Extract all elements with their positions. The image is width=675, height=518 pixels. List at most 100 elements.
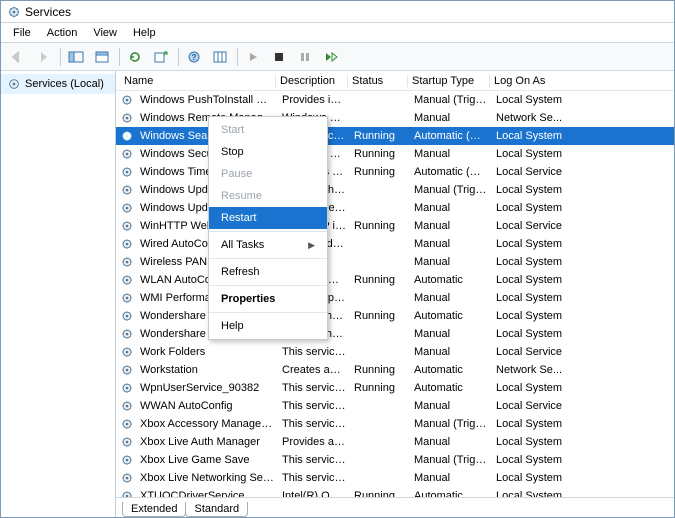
service-row[interactable]: XTUOCDriverServiceIntel(R) Over...Runnin…: [116, 487, 674, 497]
service-logon: Local System: [492, 382, 582, 394]
service-logon: Local System: [492, 292, 582, 304]
service-row[interactable]: Work FoldersThis service ...ManualLocal …: [116, 343, 674, 361]
service-row[interactable]: Windows TimeMaintains d...RunningAutomat…: [116, 163, 674, 181]
back-button[interactable]: [5, 46, 29, 68]
service-row[interactable]: Wondershare Application Fra...Wondershar…: [116, 307, 674, 325]
service-startup: Automatic (De...: [410, 166, 492, 178]
service-status: Running: [350, 166, 410, 178]
service-startup: Manual: [410, 238, 492, 250]
col-desc-header[interactable]: Description: [276, 75, 348, 87]
service-name: WpnUserService_90382: [136, 382, 278, 394]
service-startup: Manual (Trigg...: [410, 184, 492, 196]
properties-toolbar-button[interactable]: [90, 46, 114, 68]
service-row[interactable]: WWAN AutoConfigThis service ...ManualLoc…: [116, 397, 674, 415]
service-startup: Manual: [410, 148, 492, 160]
menu-help[interactable]: Help: [125, 25, 164, 41]
context-menu-help[interactable]: Help: [209, 315, 327, 337]
service-row[interactable]: Windows Security ServiceWindows Se...Run…: [116, 145, 674, 163]
service-status: Running: [350, 148, 410, 160]
tab-extended[interactable]: Extended: [122, 502, 186, 517]
service-logon: Local System: [492, 238, 582, 250]
service-row[interactable]: Windows PushToInstall Servi...Provides i…: [116, 91, 674, 109]
export-button[interactable]: [149, 46, 173, 68]
service-logon: Local System: [492, 202, 582, 214]
service-startup: Manual (Trigg...: [410, 454, 492, 466]
menu-action[interactable]: Action: [39, 25, 86, 41]
service-desc: Creates and ...: [278, 364, 350, 376]
window-title: Services: [25, 5, 71, 19]
service-row[interactable]: Windows SearchProvides con...RunningAuto…: [116, 127, 674, 145]
menu-view[interactable]: View: [85, 25, 125, 41]
forward-button[interactable]: [31, 46, 55, 68]
col-logon-header[interactable]: Log On As: [490, 75, 580, 87]
service-name: Xbox Accessory Managemen...: [136, 418, 278, 430]
service-startup: Manual: [410, 346, 492, 358]
service-row[interactable]: WpnUserService_90382This service ...Runn…: [116, 379, 674, 397]
service-status: Running: [350, 382, 410, 394]
service-startup: Manual: [410, 202, 492, 214]
tree-root-label: Services (Local): [25, 78, 104, 90]
service-logon: Local System: [492, 418, 582, 430]
service-row[interactable]: Windows UpdateEnables the ...Manual (Tri…: [116, 181, 674, 199]
service-status: Running: [350, 490, 410, 497]
service-logon: Local System: [492, 490, 582, 497]
service-row[interactable]: WinHTTP Web Proxy Auto-...WinHTTP im...R…: [116, 217, 674, 235]
tree-root-item[interactable]: Services (Local): [1, 74, 115, 94]
service-startup: Automatic (De...: [410, 130, 492, 142]
bottom-tabs: Extended Standard: [116, 497, 674, 517]
menu-file[interactable]: File: [5, 25, 39, 41]
context-menu-stop[interactable]: Stop: [209, 141, 327, 163]
services-window: Services FileActionViewHelp ? Services (…: [0, 0, 675, 518]
service-row[interactable]: Xbox Live Auth ManagerProvides aut...Man…: [116, 433, 674, 451]
service-logon: Local System: [492, 274, 582, 286]
show-hide-tree-button[interactable]: [64, 46, 88, 68]
col-name-header[interactable]: Name: [120, 75, 276, 87]
service-row[interactable]: Windows Update Medic ServiceEnables rem.…: [116, 199, 674, 217]
service-rows[interactable]: Windows PushToInstall Servi...Provides i…: [116, 91, 674, 497]
show-hide-columns-button[interactable]: [208, 46, 232, 68]
context-menu-all-tasks[interactable]: All Tasks▶: [209, 234, 327, 256]
service-logon: Local Service: [492, 400, 582, 412]
pause-service-button[interactable]: [293, 46, 317, 68]
col-status-header[interactable]: Status: [348, 75, 408, 87]
stop-service-button[interactable]: [267, 46, 291, 68]
service-name: Workstation: [136, 364, 278, 376]
toolbar-sep: [237, 48, 238, 66]
col-startup-header[interactable]: Startup Type: [408, 75, 490, 87]
context-menu-restart[interactable]: Restart: [209, 207, 327, 229]
service-desc: This service ...: [278, 346, 350, 358]
service-row[interactable]: WLAN AutoConfigThe WLANS...RunningAutoma…: [116, 271, 674, 289]
service-row[interactable]: WMI Performance AdapterProvides pe...Man…: [116, 289, 674, 307]
context-menu-resume: Resume: [209, 185, 327, 207]
context-menu-properties[interactable]: Properties: [209, 288, 327, 310]
tab-standard[interactable]: Standard: [185, 502, 248, 517]
help-button[interactable]: ?: [182, 46, 206, 68]
service-logon: Local System: [492, 256, 582, 268]
service-startup: Automatic: [410, 310, 492, 322]
service-row[interactable]: Xbox Live Networking ServiceThis service…: [116, 469, 674, 487]
service-row[interactable]: Xbox Accessory Managemen...This service …: [116, 415, 674, 433]
service-row[interactable]: WorkstationCreates and ...RunningAutomat…: [116, 361, 674, 379]
column-header-row: Name Description Status Startup Type Log…: [116, 71, 674, 91]
services-app-icon: [7, 5, 21, 19]
service-row[interactable]: Windows Remote Managem...Windows Re...Ma…: [116, 109, 674, 127]
service-desc: This service ...: [278, 454, 350, 466]
service-startup: Manual: [410, 256, 492, 268]
service-name: Windows PushToInstall Servi...: [136, 94, 278, 106]
service-row[interactable]: Wired AutoConfigThe Wired A...ManualLoca…: [116, 235, 674, 253]
list-pane: Name Description Status Startup Type Log…: [116, 71, 674, 517]
context-menu-refresh[interactable]: Refresh: [209, 261, 327, 283]
service-startup: Manual (Trigg...: [410, 94, 492, 106]
service-name: Work Folders: [136, 346, 278, 358]
restart-service-button[interactable]: [319, 46, 343, 68]
start-service-button[interactable]: [241, 46, 265, 68]
refresh-button[interactable]: [123, 46, 147, 68]
service-desc: This service ...: [278, 418, 350, 430]
service-logon: Local System: [492, 184, 582, 196]
service-row[interactable]: Wireless PAN DHCP ServerManualLocal Syst…: [116, 253, 674, 271]
toolbar-sep: [60, 48, 61, 66]
service-logon: Local System: [492, 328, 582, 340]
service-row[interactable]: Xbox Live Game SaveThis service ...Manua…: [116, 451, 674, 469]
service-startup: Manual (Trigg...: [410, 418, 492, 430]
service-row[interactable]: Wondershare Application Up...Wondershare…: [116, 325, 674, 343]
